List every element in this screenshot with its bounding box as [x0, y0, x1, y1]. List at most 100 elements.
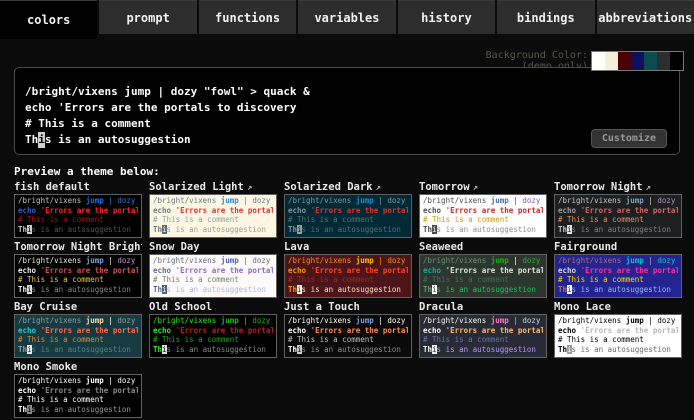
- external-link-icon[interactable]: ↗: [376, 183, 381, 193]
- terminal-preview: /bright/vixens jump | dozy "fowl" > quac…: [14, 67, 680, 155]
- background-swatch-dark-red[interactable]: [618, 52, 631, 70]
- theme-cell: Old School/bright/vixens jump | dozy "fo…: [149, 301, 277, 360]
- theme-title-tomorrow-night-bright[interactable]: Tomorrow Night Bright↗: [14, 241, 142, 254]
- theme-title-solarized-dark[interactable]: Solarized Dark↗: [284, 181, 412, 194]
- theme-preview-old-school[interactable]: /bright/vixens jump | dozy "fowl" > quac…: [149, 314, 277, 358]
- theme-preview-solarized-dark[interactable]: /bright/vixens jump | dozy "fowl" > quac…: [284, 194, 412, 238]
- syntax-segment: echo: [18, 266, 41, 275]
- theme-title-lava[interactable]: Lava: [284, 241, 412, 254]
- tab-history[interactable]: history: [398, 0, 495, 34]
- syntax-segment: dozy: [522, 256, 543, 265]
- card-line-command: /bright/vixens jump | dozy "fowl" > quac…: [153, 196, 273, 206]
- syntax-segment: jump: [626, 196, 644, 205]
- syntax-segment: /bright/vixens: [558, 316, 626, 325]
- card-line-echo: echo 'Errors are the portals to discover…: [153, 326, 273, 336]
- card-line-autosuggestion: This is an autosuggestion: [423, 225, 543, 235]
- theme-title-bay-cruise[interactable]: Bay Cruise: [14, 301, 142, 314]
- card-line-comment: # This is a comment: [153, 335, 273, 345]
- theme-preview-fairground[interactable]: /bright/vixens jump | dozy "fowl" > quac…: [554, 254, 682, 298]
- syntax-segment: Th: [153, 225, 162, 234]
- theme-title-dracula[interactable]: Dracula: [419, 301, 547, 314]
- background-swatch-navy[interactable]: [631, 52, 644, 70]
- card-line-echo: echo 'Errors are the portals to discover…: [18, 206, 138, 216]
- syntax-segment: dozy: [117, 256, 138, 265]
- theme-preview-just-a-touch[interactable]: /bright/vixens jump | dozy "fowl" > quac…: [284, 314, 412, 358]
- card-line-command: /bright/vixens jump | dozy "fowl" > quac…: [423, 196, 543, 206]
- syntax-segment: |: [644, 256, 658, 265]
- theme-title-mono-smoke[interactable]: Mono Smoke: [14, 361, 142, 374]
- theme-title-mono-lace[interactable]: Mono Lace: [554, 301, 682, 314]
- external-link-icon[interactable]: ↗: [646, 183, 651, 193]
- theme-preview-solarized-light[interactable]: /bright/vixens jump | dozy "fowl" > quac…: [149, 194, 277, 238]
- card-line-command: /bright/vixens jump | dozy "fowl" > quac…: [288, 256, 408, 266]
- syntax-segment: # This is a comment: [558, 335, 644, 344]
- syntax-segment: |: [239, 256, 253, 265]
- theme-title-tomorrow-night[interactable]: Tomorrow Night↗: [554, 181, 682, 194]
- syntax-segment: jump: [86, 376, 104, 385]
- theme-preview-mono-smoke[interactable]: /bright/vixens jump | dozy "fowl" > quac…: [14, 374, 142, 418]
- tab-colors[interactable]: colors: [0, 0, 97, 39]
- card-line-echo: echo 'Errors are the portals to discover…: [423, 266, 543, 276]
- syntax-segment: /bright/vixens: [423, 316, 491, 325]
- customize-button[interactable]: Customize: [591, 129, 667, 148]
- card-line-echo: echo 'Errors are the portals to discover…: [18, 266, 138, 276]
- theme-title-old-school[interactable]: Old School: [149, 301, 277, 314]
- tab-prompt[interactable]: prompt: [99, 0, 196, 34]
- syntax-segment: 'Errors are the portals to discovery: [581, 266, 678, 275]
- syntax-segment: jump: [626, 256, 644, 265]
- background-swatch-cream[interactable]: [605, 52, 618, 70]
- theme-preview-fish-default[interactable]: /bright/vixens jump | dozy "fowl" > quac…: [14, 194, 142, 238]
- background-swatch-white[interactable]: [592, 52, 605, 70]
- background-swatch-teal[interactable]: [644, 52, 657, 70]
- syntax-segment: Th: [18, 285, 27, 294]
- card-line-echo: echo 'Errors are the portals to discover…: [558, 206, 678, 216]
- tab-functions[interactable]: functions: [199, 0, 296, 34]
- theme-title-fish-default[interactable]: fish default: [14, 181, 142, 194]
- card-line-command: /bright/vixens jump | dozy "fowl" > quac…: [558, 316, 678, 326]
- card-line-echo: echo 'Errors are the portals to discover…: [423, 326, 543, 336]
- card-line-echo: echo 'Errors are the portals to discover…: [18, 326, 138, 336]
- theme-title-just-a-touch[interactable]: Just a Touch: [284, 301, 412, 314]
- theme-cell: Tomorrow Night↗/bright/vixens jump | doz…: [554, 181, 682, 240]
- theme-preview-bay-cruise[interactable]: /bright/vixens jump | dozy "fowl" > quac…: [14, 314, 142, 358]
- tab-abbreviations[interactable]: abbreviations: [597, 0, 694, 34]
- card-line-comment: # This is a comment: [423, 215, 543, 225]
- theme-title-snow-day[interactable]: Snow Day: [149, 241, 277, 254]
- syntax-segment: # This is a comment: [18, 335, 104, 344]
- theme-preview-dracula[interactable]: /bright/vixens jump | dozy "fowl" > quac…: [419, 314, 547, 358]
- syntax-segment: echo: [558, 206, 581, 215]
- syntax-segment: 'Errors are the portals to discovery: [176, 326, 273, 335]
- external-link-icon[interactable]: ↗: [247, 183, 252, 193]
- theme-preview-tomorrow-night-bright[interactable]: /bright/vixens jump | dozy "fowl" > quac…: [14, 254, 142, 298]
- theme-preview-lava[interactable]: /bright/vixens jump | dozy "fowl" > quac…: [284, 254, 412, 298]
- card-line-autosuggestion: This is an autosuggestion: [558, 285, 678, 295]
- theme-cell: Solarized Dark↗/bright/vixens jump | doz…: [284, 181, 412, 240]
- syntax-segment: |: [104, 376, 118, 385]
- card-line-autosuggestion: This is an autosuggestion: [558, 345, 678, 355]
- syntax-segment: /bright/vixens: [423, 196, 491, 205]
- background-swatch-black[interactable]: [670, 52, 683, 70]
- theme-cell: Dracula/bright/vixens jump | dozy "fowl"…: [419, 301, 547, 360]
- external-link-icon[interactable]: ↗: [473, 183, 478, 193]
- tab-variables[interactable]: variables: [298, 0, 395, 34]
- theme-preview-snow-day[interactable]: /bright/vixens jump | dozy "fowl" > quac…: [149, 254, 277, 298]
- theme-preview-mono-lace[interactable]: /bright/vixens jump | dozy "fowl" > quac…: [554, 314, 682, 358]
- theme-title-fairground[interactable]: Fairground: [554, 241, 682, 254]
- syntax-segment: dozy: [657, 196, 678, 205]
- theme-preview-tomorrow[interactable]: /bright/vixens jump | dozy "fowl" > quac…: [419, 194, 547, 238]
- syntax-segment: # This is a comment: [288, 215, 374, 224]
- card-line-comment: # This is a comment: [558, 215, 678, 225]
- background-swatch-dark-gray[interactable]: [657, 52, 670, 70]
- theme-title-seaweed[interactable]: Seaweed: [419, 241, 547, 254]
- card-line-comment: # This is a comment: [288, 215, 408, 225]
- syntax-segment: 'Errors are the portals to discovery: [446, 266, 543, 275]
- syntax-segment: dozy: [252, 196, 273, 205]
- card-line-autosuggestion: This is an autosuggestion: [288, 225, 408, 235]
- card-line-comment: # This is a comment: [18, 335, 138, 345]
- tab-bindings[interactable]: bindings: [497, 0, 594, 34]
- theme-title-tomorrow[interactable]: Tomorrow↗: [419, 181, 547, 194]
- theme-preview-tomorrow-night[interactable]: /bright/vixens jump | dozy "fowl" > quac…: [554, 194, 682, 238]
- syntax-segment: Th: [288, 225, 297, 234]
- theme-title-solarized-light[interactable]: Solarized Light↗: [149, 181, 277, 194]
- theme-preview-seaweed[interactable]: /bright/vixens jump | dozy "fowl" > quac…: [419, 254, 547, 298]
